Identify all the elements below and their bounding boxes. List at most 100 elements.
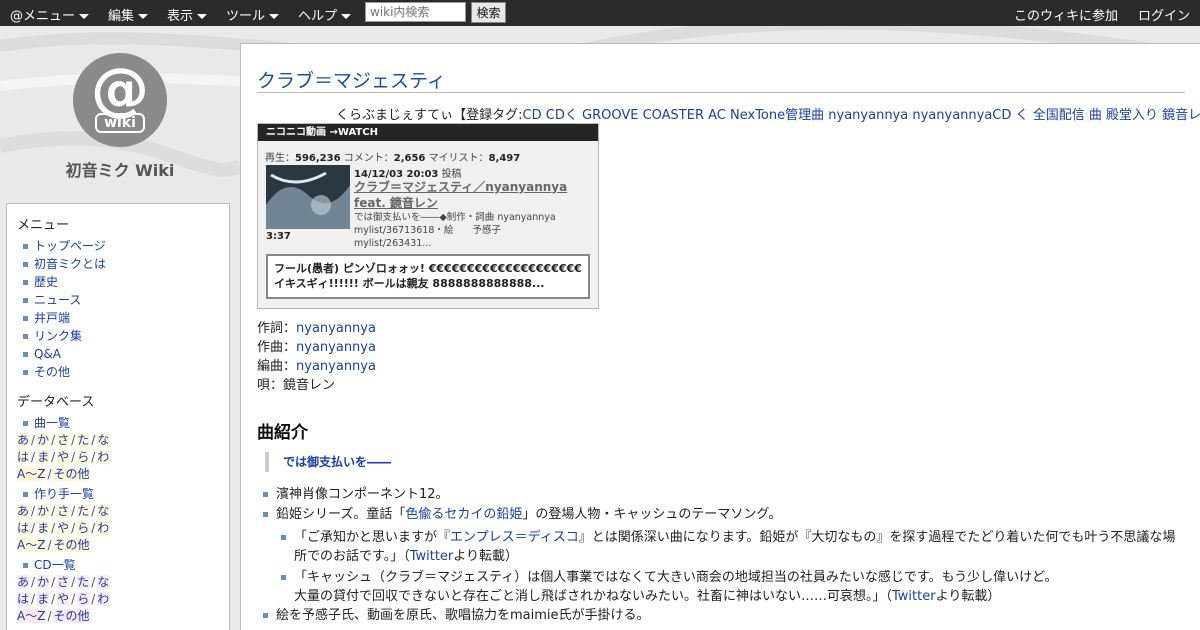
tag-link[interactable]: NexTone管理曲 (730, 108, 824, 123)
kana-index-link[interactable]: か (37, 504, 50, 518)
separator: / (71, 575, 76, 589)
reading-text: くらぶまじぇすてぃ (336, 108, 454, 123)
sidebar-item-top[interactable]: トップページ (17, 237, 219, 255)
menu-view[interactable]: 表示 (167, 5, 208, 24)
kana-index-link[interactable]: は (17, 592, 30, 606)
kana-index-row: A～Z / その他 (17, 608, 219, 625)
sidebar-item-idobata[interactable]: 井戸端 (17, 309, 219, 327)
sidebar-item-links[interactable]: リンク集 (17, 327, 219, 345)
menu-help[interactable]: ヘルプ (298, 5, 352, 24)
enpitsu-hime-link[interactable]: 色偸るセカイの鉛姫 (405, 507, 522, 522)
kana-index-link[interactable]: ら (77, 592, 90, 606)
menu-tools[interactable]: ツール (226, 5, 280, 24)
kana-index-row: あ / か / さ / た / な (17, 432, 219, 449)
tag-link[interactable]: 全国配信 (1033, 108, 1085, 123)
kana-index-link[interactable]: あ (17, 575, 30, 589)
comment-count: 2,656 (393, 153, 426, 164)
kana-index-link[interactable]: あ (17, 433, 30, 447)
kana-index-link[interactable]: わ (97, 592, 110, 606)
empress-disco-link[interactable]: エンプレス＝ディスコ (450, 530, 579, 545)
kana-index-link[interactable]: や (57, 592, 70, 606)
tag-link[interactable]: 殿堂入り (1106, 108, 1158, 123)
kana-index-link[interactable]: あ (17, 504, 30, 518)
tag-link[interactable]: く (1016, 108, 1029, 123)
separator: / (71, 592, 76, 606)
kana-index-row: は / ま / や / ら / わ (17, 449, 219, 466)
sidebar-item-qa[interactable]: Q&A (17, 345, 219, 363)
kana-index-link[interactable]: や (57, 521, 70, 535)
nico-header[interactable]: ニコニコ動画 →WATCH (258, 124, 598, 141)
video-thumbnail[interactable] (266, 165, 350, 229)
kana-index-link[interactable]: た (77, 433, 90, 447)
credit-music-link[interactable]: nyanyannya (296, 340, 376, 355)
sidebar-item-history[interactable]: 歴史 (17, 273, 219, 291)
kana-index-link[interactable]: さ (57, 504, 70, 518)
kana-index-link[interactable]: た (77, 504, 90, 518)
tag-link[interactable]: nyanyannyaCD (912, 108, 1011, 123)
search-button[interactable]: 検索 (471, 2, 506, 23)
atwiki-logo[interactable]: @ wiki (73, 53, 167, 147)
tag-list: CD CDく GROOVE COASTER AC NexTone管理曲 nyan… (523, 108, 1200, 123)
tag-link[interactable]: 曲 (1089, 108, 1102, 123)
kana-index-link[interactable]: た (77, 575, 90, 589)
db-group-link[interactable]: 曲一覧 (17, 414, 219, 432)
tag-link[interactable]: 鏡音レン (1162, 108, 1200, 123)
main-content: クラブ＝マジェスティ くらぶまじぇすてぃ【登録タグ:CD CDく GROOVE … (240, 43, 1200, 630)
kana-index-link[interactable]: A～Z (17, 609, 46, 623)
credit-arrange-link[interactable]: nyanyannya (296, 359, 376, 374)
kana-index-link[interactable]: は (17, 521, 30, 535)
kana-index-link[interactable]: A～Z (17, 467, 46, 481)
tag-link[interactable]: CDく (546, 108, 578, 123)
kana-index-link[interactable]: ら (77, 521, 90, 535)
menu-heading: メニュー (17, 218, 70, 233)
kana-index-link[interactable]: その他 (53, 538, 90, 552)
video-title-link[interactable]: クラブ＝マジェスティ／nyanyannya feat. 鏡音レン (354, 179, 589, 211)
menu-edit[interactable]: 編集 (108, 5, 149, 24)
sidebar-item-news[interactable]: ニュース (17, 291, 219, 309)
kana-index-link[interactable]: ま (37, 592, 50, 606)
menu-atwiki[interactable]: @メニュー (10, 5, 90, 24)
separator: / (31, 450, 36, 464)
kana-index-link[interactable]: A～Z (17, 538, 46, 552)
kana-index-link[interactable]: ら (77, 450, 90, 464)
credit-vocal: 唄：鏡音レン (257, 378, 336, 393)
login-link[interactable]: ログイン (1138, 5, 1190, 24)
kana-index-link[interactable]: ま (37, 450, 50, 464)
tag-link[interactable]: nyanyannya (828, 108, 908, 123)
kana-index-link[interactable]: さ (57, 433, 70, 447)
search-input[interactable] (365, 2, 466, 22)
kana-index-link[interactable]: か (37, 575, 50, 589)
kana-index-link[interactable]: さ (57, 575, 70, 589)
kana-index-link[interactable]: や (57, 450, 70, 464)
kana-index-link[interactable]: その他 (53, 609, 90, 623)
quote-link[interactable]: では御支払いを―― (283, 455, 391, 469)
credit-lyrics-link[interactable]: nyanyannya (296, 321, 376, 336)
twitter-link[interactable]: Twitter (410, 549, 454, 564)
kana-index-row: A～Z / その他 (17, 537, 219, 554)
site-name[interactable]: 初音ミク Wiki (0, 157, 240, 181)
kana-index-link[interactable]: は (17, 450, 30, 464)
db-group-link[interactable]: 作り手一覧 (17, 485, 219, 503)
page-title[interactable]: クラブ＝マジェスティ (257, 66, 446, 93)
db-group-link[interactable]: CD一覧 (17, 556, 219, 574)
kana-index-link[interactable]: ま (37, 521, 50, 535)
kana-index-link[interactable]: な (97, 504, 110, 518)
kana-index-row: あ / か / さ / た / な (17, 574, 219, 591)
tag-link[interactable]: CD (523, 108, 542, 123)
kana-index-link[interactable]: わ (97, 450, 110, 464)
join-wiki-link[interactable]: このウィキに参加 (1014, 5, 1118, 24)
kana-index-link[interactable]: な (97, 575, 110, 589)
separator: / (51, 592, 56, 606)
chevron-down-icon (197, 14, 208, 19)
kana-index-link[interactable]: わ (97, 521, 110, 535)
tag-link[interactable]: GROOVE COASTER AC (582, 108, 726, 123)
kana-index-link[interactable]: その他 (53, 467, 90, 481)
sidebar-item-about[interactable]: 初音ミクとは (17, 255, 219, 273)
twitter-link[interactable]: Twitter (892, 589, 936, 604)
sidebar-item-other[interactable]: その他 (17, 363, 219, 381)
kana-index-link[interactable]: な (97, 433, 110, 447)
nico-video-embed[interactable]: ニコニコ動画 →WATCH 再生：596,236 コメント：2,656 マイリス… (257, 123, 599, 309)
separator: / (31, 575, 36, 589)
kana-index-link[interactable]: か (37, 433, 50, 447)
separator: / (51, 575, 56, 589)
